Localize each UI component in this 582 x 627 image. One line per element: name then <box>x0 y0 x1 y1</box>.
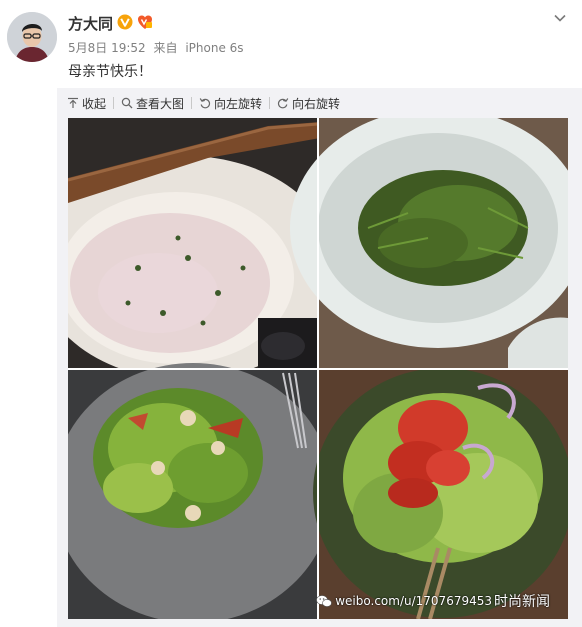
toolbar-divider <box>269 97 271 109</box>
photo-cashew-salad <box>68 363 333 619</box>
post-source[interactable]: iPhone 6s <box>185 41 243 55</box>
vip-badge-icon[interactable] <box>137 14 153 30</box>
magnifier-icon <box>121 97 133 109</box>
toolbar-divider <box>191 97 193 109</box>
view-large-label: 查看大图 <box>136 96 185 111</box>
source-prefix: 来自 <box>153 41 178 55</box>
collapse-label: 收起 <box>82 96 107 111</box>
post-image[interactable]: weibo.com/u/1707679453 时尚新闻 <box>68 118 568 619</box>
collapse-button[interactable]: 收起 <box>67 95 106 112</box>
verified-v-icon[interactable] <box>117 14 133 30</box>
view-large-button[interactable]: 查看大图 <box>121 95 184 112</box>
post-meta: 5月8日 19:52 来自 iPhone 6s <box>68 40 248 56</box>
watermark-handle: 时尚新闻 <box>494 594 550 610</box>
collapse-arrow-icon <box>68 97 78 108</box>
username[interactable]: 方大同 <box>68 14 113 34</box>
rotate-left-icon <box>199 98 211 109</box>
avatar[interactable] <box>7 12 57 62</box>
watermark-site: weibo.com/u/1707679453 <box>335 594 492 608</box>
rotate-left-label: 向左旋转 <box>214 96 263 111</box>
chevron-down-icon[interactable] <box>552 10 568 26</box>
post-date[interactable]: 5月8日 19:52 <box>68 41 146 55</box>
rotate-right-label: 向右旋转 <box>292 96 341 111</box>
avatar-portrait <box>7 12 57 62</box>
post-text: 母亲节快乐！ <box>68 64 152 80</box>
toolbar-divider <box>113 97 115 109</box>
photo-tomato-salad <box>313 368 568 619</box>
image-watermark: weibo.com/u/1707679453 时尚新闻 <box>316 591 550 611</box>
rotate-left-button[interactable]: 向左旋转 <box>199 95 262 112</box>
rotate-right-button[interactable]: 向右旋转 <box>277 95 340 112</box>
image-toolbar: 收起 查看大图 向左旋转 向右旋转 <box>67 94 340 112</box>
photo-herbs-bowl <box>290 118 568 368</box>
rotate-right-icon <box>277 98 289 109</box>
food-collage-photo <box>68 118 568 619</box>
weibo-post-card: 方大同 5月8日 19:52 来自 iPhone 6s 母亲节快乐！ 收起 查看… <box>0 0 582 627</box>
wechat-icon <box>316 595 333 607</box>
